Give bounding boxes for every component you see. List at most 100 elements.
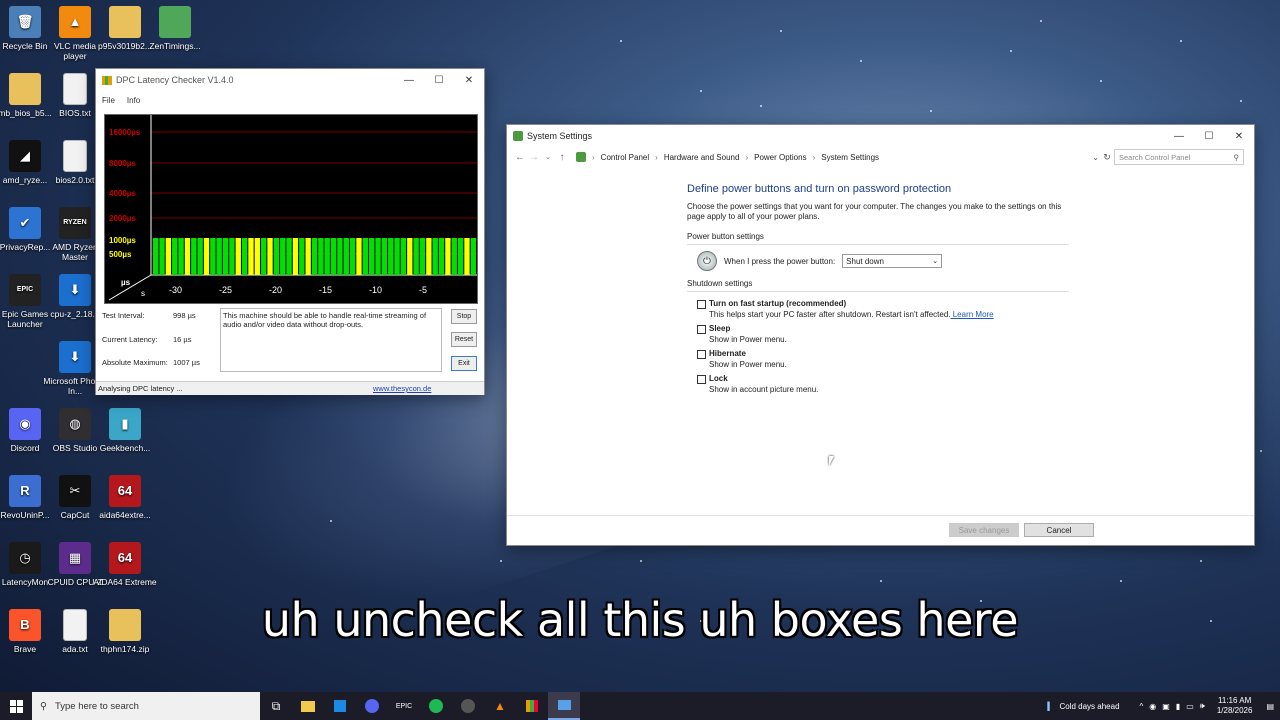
forward-arrow-icon[interactable]: → bbox=[527, 152, 541, 163]
close-icon[interactable]: ✕ bbox=[1224, 125, 1254, 147]
stop-button[interactable]: Stop bbox=[451, 309, 477, 324]
learn-more-link[interactable]: Learn More bbox=[951, 310, 994, 319]
option-title[interactable]: Hibernate bbox=[709, 349, 787, 358]
desktop-app-icon: ▦ bbox=[59, 542, 91, 574]
option-checkbox[interactable] bbox=[697, 300, 706, 309]
latency-bar bbox=[419, 238, 426, 275]
epic-taskbar-icon[interactable]: EPIC bbox=[388, 692, 420, 720]
option-title[interactable]: Lock bbox=[709, 374, 818, 383]
crumb-power-options[interactable]: Power Options bbox=[754, 153, 806, 162]
menu-info[interactable]: Info bbox=[127, 96, 140, 105]
latency-bar bbox=[153, 238, 159, 275]
minimize-icon[interactable]: — bbox=[394, 69, 424, 91]
option-checkbox[interactable] bbox=[697, 375, 706, 384]
breadcrumb[interactable]: › Control Panel › Hardware and Sound › P… bbox=[575, 149, 1100, 165]
taskbar-search-input[interactable]: ⚲ Type here to search bbox=[32, 692, 260, 720]
start-button[interactable] bbox=[0, 692, 32, 720]
sys-titlebar[interactable]: System Settings — ☐ ✕ bbox=[507, 125, 1254, 147]
y-tick-label: 8000µs bbox=[109, 159, 136, 168]
dpc-taskbar-icon[interactable] bbox=[516, 692, 548, 720]
latency-bar bbox=[343, 238, 349, 275]
weather-text[interactable]: Cold days ahead bbox=[1059, 702, 1119, 711]
dpc-titlebar[interactable]: DPC Latency Checker V1.4.0 — ☐ ✕ bbox=[96, 69, 484, 91]
volume-icon[interactable]: 🕪 bbox=[1200, 701, 1205, 711]
desktop-icon[interactable]: ▮ Geekbench... bbox=[93, 408, 157, 453]
power-button-select[interactable]: Shut down ⌄ bbox=[842, 254, 943, 268]
option-title[interactable]: Turn on fast startup (recommended) bbox=[709, 299, 994, 308]
latency-bar bbox=[305, 238, 311, 275]
desktop-app-icon bbox=[63, 73, 87, 105]
obs-taskbar-icon[interactable] bbox=[452, 692, 484, 720]
star bbox=[1120, 580, 1122, 582]
tray-chevron-icon[interactable]: ^ bbox=[1140, 702, 1144, 711]
latency-bar bbox=[165, 238, 172, 275]
menu-file[interactable]: File bbox=[102, 96, 115, 105]
file-explorer-icon[interactable] bbox=[292, 692, 324, 720]
save-changes-button[interactable]: Save changes bbox=[949, 523, 1019, 537]
star bbox=[860, 60, 862, 62]
desktop-app-icon bbox=[109, 6, 141, 38]
search-control-panel-input[interactable]: Search Control Panel ⚲ bbox=[1114, 149, 1244, 165]
crumb-hardware-and-sound[interactable]: Hardware and Sound bbox=[664, 153, 740, 162]
exit-button[interactable]: Exit bbox=[451, 356, 477, 371]
clock-date: 1/28/2026 bbox=[1216, 706, 1253, 715]
spotify-taskbar-icon[interactable] bbox=[420, 692, 452, 720]
system-settings-window[interactable]: System Settings — ☐ ✕ ← → ⌄ ↑ › Control … bbox=[506, 124, 1255, 546]
up-arrow-icon[interactable]: ↑ bbox=[555, 152, 569, 163]
option-checkbox[interactable] bbox=[697, 350, 706, 359]
ms-store-icon[interactable] bbox=[324, 692, 356, 720]
star bbox=[1260, 450, 1262, 452]
option-title[interactable]: Sleep bbox=[709, 324, 787, 333]
discord-taskbar-icon[interactable] bbox=[356, 692, 388, 720]
cancel-button[interactable]: Cancel bbox=[1024, 523, 1094, 537]
dpc-latency-window[interactable]: DPC Latency Checker V1.4.0 — ☐ ✕ File In… bbox=[95, 68, 485, 395]
crumb-system-settings[interactable]: System Settings bbox=[821, 153, 879, 162]
back-arrow-icon[interactable]: ← bbox=[513, 152, 527, 163]
desktop-app-icon: RYZEN bbox=[59, 207, 91, 239]
clock[interactable]: 11:16 AM 1/28/2026 bbox=[1217, 696, 1253, 716]
thesycon-link[interactable]: www.thesycon.de bbox=[373, 382, 431, 395]
task-view-icon[interactable]: ⧉ bbox=[260, 692, 292, 720]
tray-app-icon[interactable]: ◉ bbox=[1149, 702, 1156, 711]
desktop-icon[interactable]: ZenTimings... bbox=[143, 6, 207, 51]
crumb-control-panel[interactable]: Control Panel bbox=[601, 153, 649, 162]
close-icon[interactable]: ✕ bbox=[454, 69, 484, 91]
current-latency-value: 16 µs bbox=[173, 335, 192, 344]
recent-chevron-icon[interactable]: ⌄ bbox=[541, 153, 555, 161]
notification-icon[interactable]: ▤ bbox=[1266, 702, 1274, 711]
desktop-app-icon: ⬇ bbox=[59, 341, 91, 373]
control-panel-taskbar-icon[interactable] bbox=[548, 692, 580, 720]
latency-bar bbox=[261, 238, 267, 275]
unit-us-label: µs bbox=[121, 278, 131, 287]
network-icon[interactable]: ▭ bbox=[1186, 702, 1194, 711]
tray-app-icon[interactable]: ▣ bbox=[1162, 702, 1170, 711]
dropdown-chevron-icon[interactable]: ⌄ bbox=[1092, 153, 1099, 162]
chevron-down-icon: ⌄ bbox=[932, 258, 939, 265]
desktop-icon[interactable]: 64 aida64extre... bbox=[93, 475, 157, 520]
absolute-maximum-value: 1007 µs bbox=[173, 358, 200, 367]
control-panel-icon bbox=[513, 131, 523, 141]
latency-bar bbox=[229, 238, 235, 275]
power-button-section: Power button settings bbox=[687, 232, 1069, 245]
latency-bar bbox=[394, 238, 400, 275]
minimize-icon[interactable]: — bbox=[1164, 125, 1194, 147]
reset-button[interactable]: Reset bbox=[451, 332, 477, 347]
latency-bar bbox=[311, 238, 318, 275]
maximize-icon[interactable]: ☐ bbox=[1194, 125, 1224, 147]
maximize-icon[interactable]: ☐ bbox=[424, 69, 454, 91]
option-description: Show in Power menu. bbox=[709, 360, 787, 369]
vlc-taskbar-icon[interactable]: ▲ bbox=[484, 692, 516, 720]
option-checkbox[interactable] bbox=[697, 325, 706, 334]
refresh-icon[interactable]: ↻ bbox=[1100, 152, 1114, 163]
usb-icon[interactable]: ▮ bbox=[1176, 702, 1180, 711]
latency-bar bbox=[388, 238, 394, 275]
latency-bar bbox=[330, 238, 337, 275]
latency-bar bbox=[369, 238, 375, 275]
latency-bar bbox=[172, 238, 178, 275]
option-description: This helps start your PC faster after sh… bbox=[709, 310, 994, 319]
latency-bar bbox=[400, 238, 407, 275]
star bbox=[1200, 560, 1202, 562]
desktop-icon[interactable]: 64 AIDA64 Extreme bbox=[93, 542, 157, 587]
latency-bar bbox=[235, 238, 241, 275]
latency-bar bbox=[254, 238, 260, 275]
